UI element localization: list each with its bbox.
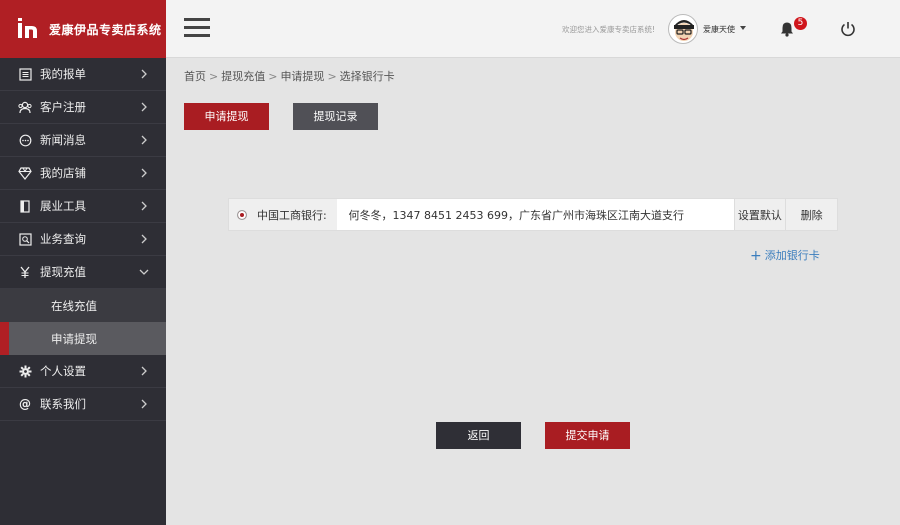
sidebar-item-label: 客户注册 [40,100,86,114]
breadcrumb-separator: > [209,70,219,83]
username[interactable]: 爱康天使 [703,24,735,35]
caret-down-icon[interactable] [740,26,746,30]
top-header: 欢迎您进入爱康专卖店系统! 爱康天使 5 [166,0,900,58]
bank-card-radio[interactable] [237,209,247,220]
avatar[interactable] [668,14,698,44]
query-icon [18,232,32,246]
brand-logo-icon [16,16,42,42]
diamond-icon [18,166,32,180]
sidebar-item-customer-register[interactable]: 客户注册 [0,91,166,124]
sidebar-item-label: 个人设置 [40,364,86,378]
logo-bar[interactable]: 爱康伊品专卖店系统 [0,0,166,58]
sidebar-nav: 我的报单 客户注册 新闻消息 我的店铺 展业工具 业务查询 提现充值 在线充值 … [0,58,166,421]
yuan-icon [18,265,32,279]
bank-card-row[interactable]: 中国工商银行: 何冬冬，1347 8451 2453 699，广东省广州市海珠区… [228,198,838,231]
users-icon [18,100,32,114]
breadcrumb-withdraw-recharge[interactable]: 提现充值 [221,70,265,83]
sidebar-item-personal-settings[interactable]: 个人设置 [0,355,166,388]
add-bank-card-label: 添加银行卡 [764,249,820,262]
back-button[interactable]: 返回 [436,422,521,449]
sidebar-item-tools[interactable]: 展业工具 [0,190,166,223]
chevron-right-icon [141,135,147,145]
chevron-down-icon [139,269,149,275]
sidebar-item-contact-us[interactable]: @ 联系我们 [0,388,166,421]
bank-name: 中国工商银行: [256,208,327,222]
chevron-right-icon [141,201,147,211]
menu-toggle-icon[interactable] [184,18,210,38]
chevron-right-icon [141,399,147,409]
sidebar-subitem-online-recharge[interactable]: 在线充值 [0,289,166,322]
brand-name: 爱康伊品专卖店系统 [49,22,162,37]
welcome-text: 欢迎您进入爱康专卖店系统! [562,25,656,34]
breadcrumb-apply-withdraw[interactable]: 申请提现 [280,70,324,83]
message-icon [18,133,32,147]
gear-icon [18,364,32,378]
bank-card-info: 何冬冬，1347 8451 2453 699，广东省广州市海珠区江南大道支行 [336,199,734,230]
sidebar-item-label: 业务查询 [40,232,86,246]
breadcrumb-current: 选择银行卡 [339,70,395,83]
set-default-button[interactable]: 设置默认 [733,199,786,230]
tab-withdraw-records[interactable]: 提现记录 [293,103,378,130]
sidebar-item-label: 我的店铺 [40,166,86,180]
breadcrumb-separator: > [327,70,337,83]
sidebar-item-label: 提现充值 [40,265,86,279]
sidebar-item-my-orders[interactable]: 我的报单 [0,58,166,91]
sidebar-subitem-apply-withdraw[interactable]: 申请提现 [0,322,166,355]
chevron-right-icon [141,69,147,79]
breadcrumb-home[interactable]: 首页 [184,70,206,83]
breadcrumb-separator: > [268,70,278,83]
chevron-right-icon [141,366,147,376]
sidebar-subitem-label: 申请提现 [51,331,97,346]
notification-badge: 5 [794,17,807,30]
plus-icon: + [750,248,762,264]
breadcrumb: 首页 > 提现充值 > 申请提现 > 选择银行卡 [184,68,395,84]
sidebar-item-my-store[interactable]: 我的店铺 [0,157,166,190]
sidebar: 爱康伊品专卖店系统 我的报单 客户注册 新闻消息 我的店铺 展业工具 业务查询 … [0,0,166,525]
sidebar-item-label: 展业工具 [40,199,86,213]
sidebar-subitem-label: 在线充值 [51,298,97,313]
at-icon: @ [19,397,31,411]
power-icon[interactable] [839,20,857,38]
tab-apply-withdraw[interactable]: 申请提现 [184,103,269,130]
sidebar-item-label: 联系我们 [40,397,86,411]
chevron-right-icon [141,168,147,178]
sidebar-item-label: 新闻消息 [40,133,86,147]
sidebar-item-query[interactable]: 业务查询 [0,223,166,256]
book-icon [18,199,32,213]
chevron-right-icon [141,234,147,244]
chevron-right-icon [141,102,147,112]
add-bank-card-link[interactable]: + 添加银行卡 [750,247,820,264]
sidebar-item-news[interactable]: 新闻消息 [0,124,166,157]
sidebar-item-label: 我的报单 [40,67,86,81]
submit-application-button[interactable]: 提交申请 [545,422,630,449]
main-content: 首页 > 提现充值 > 申请提现 > 选择银行卡 申请提现 提现记录 中国工商银行: 何冬冬… [166,58,900,525]
list-icon [18,67,32,81]
sidebar-item-withdraw-recharge[interactable]: 提现充值 [0,256,166,289]
bell-icon[interactable] [779,21,795,37]
delete-card-button[interactable]: 删除 [785,199,837,230]
